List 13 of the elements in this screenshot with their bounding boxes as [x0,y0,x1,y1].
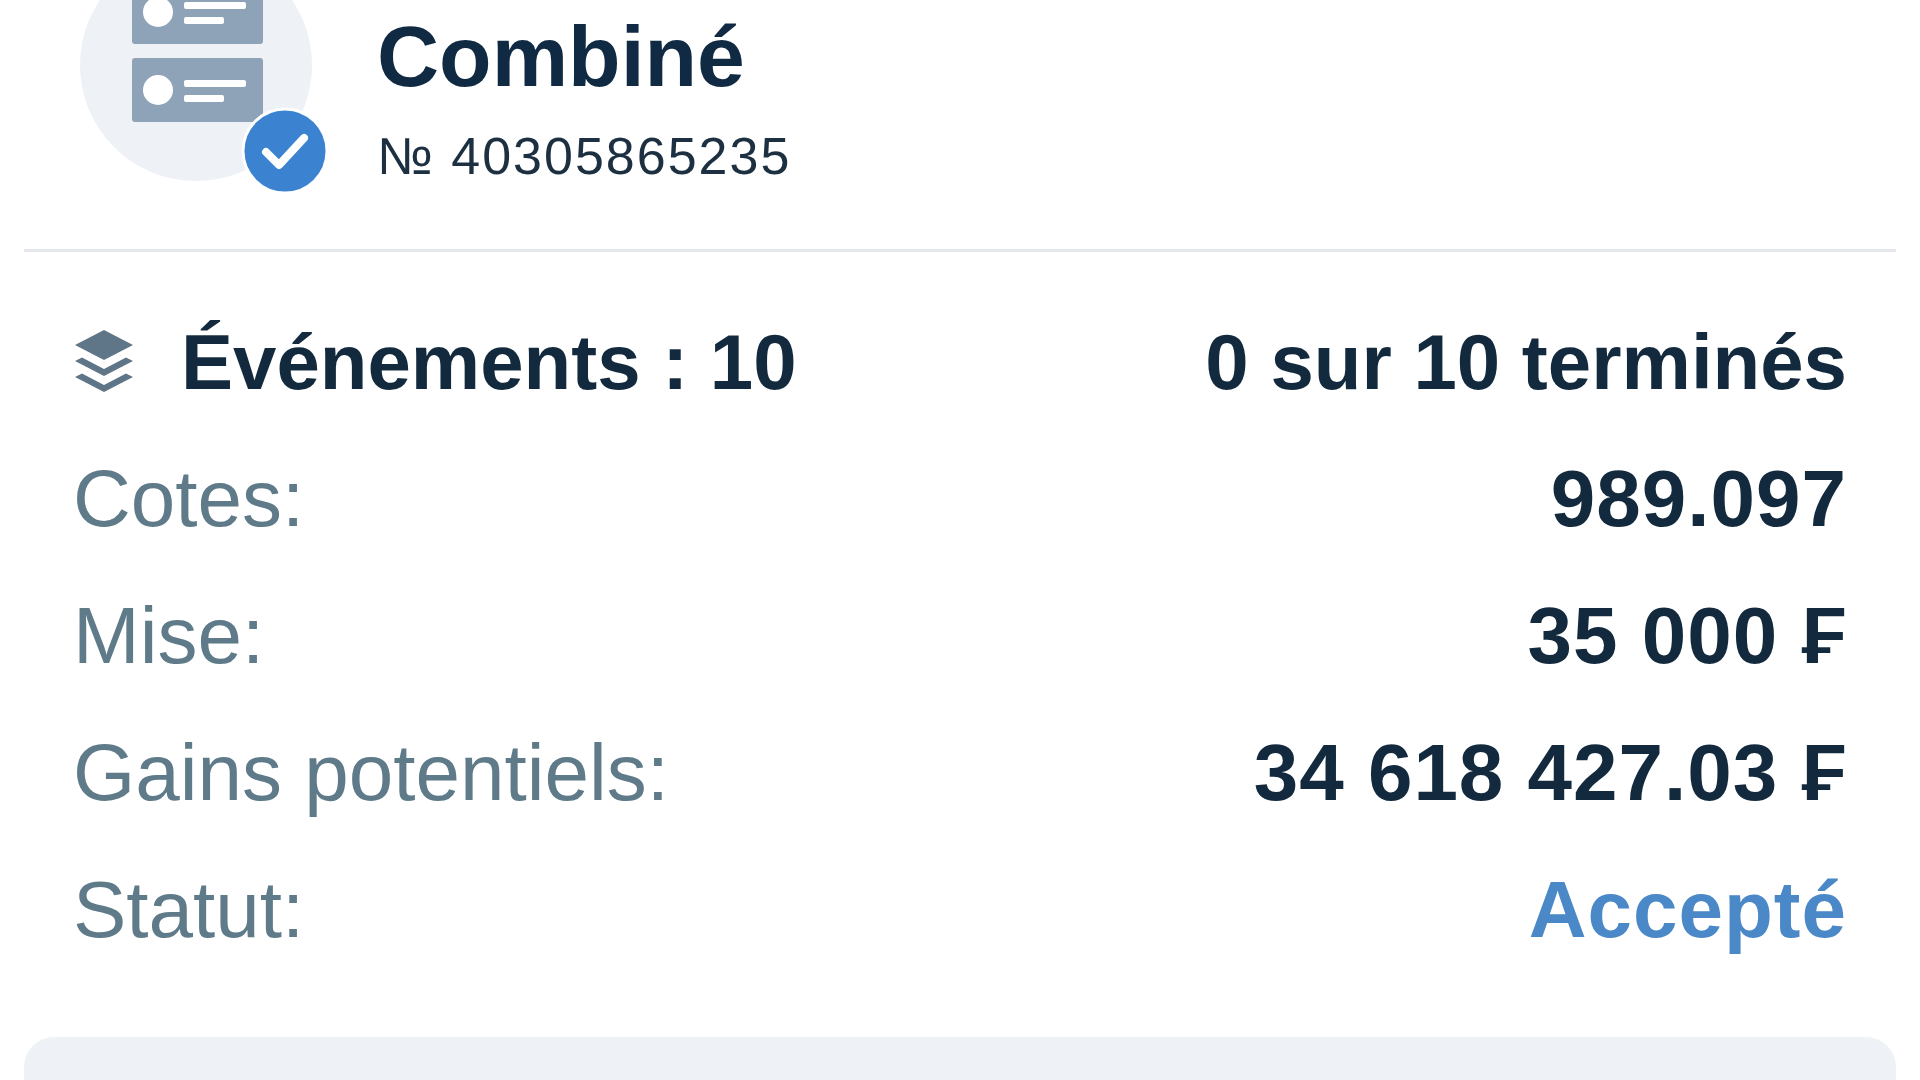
status-value: Accepté [1528,863,1847,956]
detail-label: Statut: [73,863,305,956]
detail-label: Gains potentiels: [73,726,669,819]
events-count: Événements : 10 [181,316,797,407]
detail-value: 34 618 427.03 ₣ [1253,726,1847,819]
detail-label: Mise: [73,589,265,682]
check-badge-icon [241,107,329,195]
detail-label: Cotes: [73,452,305,545]
detail-value: 35 000 ₣ [1527,589,1847,682]
bet-number: № 40305865235 [377,130,792,182]
bet-title: Combiné [377,13,745,99]
events-summary: 0 sur 10 terminés [1205,316,1847,407]
detail-value: 989.097 [1550,452,1847,545]
